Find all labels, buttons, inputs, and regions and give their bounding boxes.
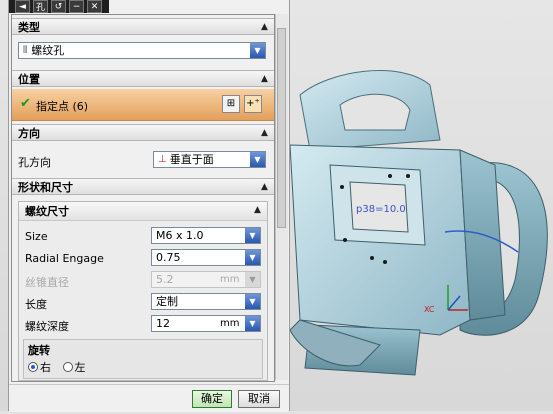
dialog-scrollbar[interactable] [275,14,288,380]
chevron-down-icon[interactable]: ▼ [245,250,260,265]
dialog-button-bar: 确定 取消 [9,384,289,412]
radial-engage-label: Radial Engage [25,252,104,265]
check-icon: ✔ [20,96,31,111]
dialog-panel: 类型 ▲ ⫴ 螺纹孔 ▼ 位置 ▲ ✔ 指定点 (6) ⊞ +⁺ 方向 ▲ 孔方… [11,14,275,382]
collapse-icon[interactable]: ▲ [259,74,270,85]
hole-dialog: ◄ 孔 ↺ − ✕ 类型 ▲ ⫴ 螺纹孔 ▼ 位置 ▲ ✔ 指定点 (6) ⊞ … [8,0,290,412]
thread-size-header[interactable]: 螺纹尺寸 ▲ [19,202,267,221]
collapse-icon[interactable]: ▲ [259,22,270,33]
chevron-down-icon[interactable]: ▼ [250,152,265,167]
chevron-down-icon[interactable]: ▼ [245,228,260,243]
scroll-thumb[interactable] [277,28,286,228]
chevron-down-icon: ▼ [245,272,260,287]
tap-diameter-value: 5.2 [156,273,174,286]
hole-direction-label: 孔方向 [18,156,51,169]
section-shape-header[interactable]: 形状和尺寸 ▲ [12,178,274,195]
specify-point-row[interactable]: ✔ 指定点 (6) ⊞ +⁺ [12,89,274,121]
cancel-button[interactable]: 取消 [238,390,280,408]
dimension-annotation: p38=10.0 [356,204,406,215]
size-select[interactable]: M6 x 1.0 ▼ [151,227,261,244]
rotation-left-radio[interactable]: 左 [62,359,86,375]
hole-direction-value: 垂直于面 [169,153,214,166]
thread-hole-icon: ⫴ [23,45,28,56]
sketch-section-icon[interactable]: ⊞ [222,95,240,113]
type-select[interactable]: ⫴ 螺纹孔 ▼ [18,42,266,59]
rotation-group: 旋转 右 左 [23,339,263,379]
collapse-icon[interactable]: ▲ [252,205,263,216]
length-value: 定制 [156,295,178,308]
point-dialog-icon[interactable]: +⁺ [244,95,262,113]
rotation-right-label: 右 [40,361,51,374]
section-position-header[interactable]: 位置 ▲ [12,70,274,87]
thread-depth-value: 12 [156,317,170,330]
normal-to-face-icon: ⊥ [158,154,167,165]
section-position-title: 位置 [18,73,40,86]
length-label: 长度 [25,298,47,311]
minus-icon[interactable]: − [69,0,84,13]
tap-diameter-label: 丝锥直径 [25,276,69,289]
rotation-options: 右 左 [28,359,94,375]
dialog-titlebar: ◄ 孔 ↺ − ✕ [9,0,109,13]
type-select-value: 螺纹孔 [31,44,65,57]
specify-point-label: 指定点 (6) [36,100,89,113]
hole-icon: 孔 [33,0,48,13]
section-type-title: 类型 [18,21,40,34]
rotation-title: 旋转 [28,344,50,357]
hole-direction-select[interactable]: ⊥ 垂直于面 ▼ [153,151,266,168]
ok-button[interactable]: 确定 [192,390,232,408]
tap-diameter-unit: mm [220,274,240,285]
section-shape-title: 形状和尺寸 [18,181,73,194]
thread-size-group: 螺纹尺寸 ▲ Size M6 x 1.0 ▼ Radial Engage 0.7… [18,201,268,381]
thread-depth-input[interactable]: 12 mm ▼ [151,315,261,332]
tap-diameter-field: 5.2 mm ▼ [151,271,261,288]
size-value: M6 x 1.0 [156,229,204,242]
radio-selected-icon [28,362,38,372]
thread-size-title: 螺纹尺寸 [25,205,69,218]
length-select[interactable]: 定制 ▼ [151,293,261,310]
section-direction-title: 方向 [18,127,40,140]
close-icon[interactable]: ✕ [87,0,102,13]
chevron-down-icon[interactable]: ▼ [245,294,260,309]
thread-depth-label: 螺纹深度 [25,320,69,333]
radio-empty-icon [62,362,73,372]
rotation-right-radio[interactable]: 右 [28,359,51,375]
axis-label: XC [424,305,435,314]
radial-engage-value: 0.75 [156,251,181,264]
section-direction-header[interactable]: 方向 ▲ [12,124,274,141]
arrow-icon[interactable]: ◄ [15,0,30,13]
collapse-icon[interactable]: ▲ [259,182,270,193]
radial-engage-select[interactable]: 0.75 ▼ [151,249,261,266]
chevron-down-icon[interactable]: ▼ [245,316,260,331]
size-label: Size [25,230,48,243]
thread-depth-unit: mm [220,318,240,329]
collapse-icon[interactable]: ▲ [259,128,270,139]
rotation-left-label: 左 [74,361,86,374]
undo-icon[interactable]: ↺ [51,0,66,13]
section-type-header[interactable]: 类型 ▲ [12,18,274,35]
chevron-down-icon[interactable]: ▼ [250,43,265,58]
